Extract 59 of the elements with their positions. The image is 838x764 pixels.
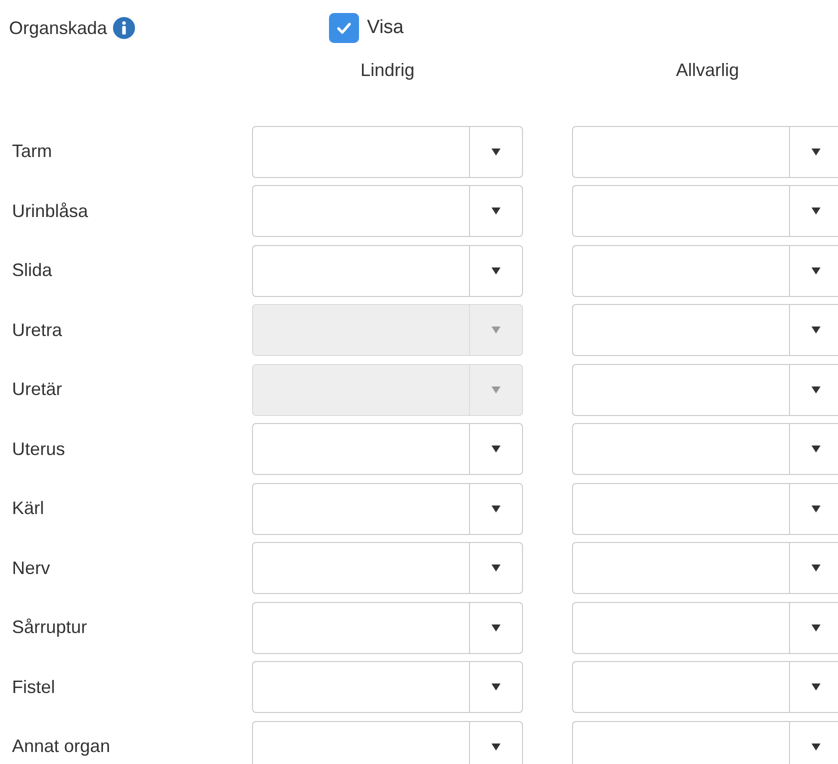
caret-icon <box>811 742 821 750</box>
caret-icon <box>491 207 501 215</box>
dropdown[interactable] <box>572 364 838 416</box>
caret-icon <box>811 386 821 394</box>
dropdown[interactable] <box>252 482 523 534</box>
dropdown[interactable] <box>572 661 838 713</box>
caret-icon <box>491 564 501 572</box>
row-label: Uterus <box>11 438 66 460</box>
dropdown[interactable] <box>252 602 523 654</box>
caret-icon <box>491 386 501 394</box>
caret-icon <box>811 683 821 691</box>
dropdown[interactable] <box>572 602 838 654</box>
info-icon[interactable] <box>113 17 136 39</box>
dropdown[interactable] <box>572 304 838 356</box>
dropdown[interactable] <box>252 720 523 764</box>
row-label: Kärl <box>11 498 46 519</box>
caret-icon <box>811 504 821 512</box>
caret-icon <box>491 624 501 632</box>
caret-icon <box>811 445 821 453</box>
row-label: Uretär <box>11 379 64 400</box>
caret-icon <box>491 445 501 453</box>
caret-icon <box>491 148 501 156</box>
caret-icon <box>811 624 821 632</box>
caret-icon <box>811 207 821 215</box>
row-label: Urinblåsa <box>11 200 90 222</box>
dropdown[interactable] <box>252 661 523 713</box>
column-header: Allvarlig <box>674 59 740 82</box>
dropdown[interactable] <box>572 244 838 296</box>
caret-icon <box>491 504 501 512</box>
checkbox[interactable] <box>329 13 359 43</box>
dropdown[interactable] <box>572 720 838 764</box>
dropdown[interactable] <box>572 542 838 594</box>
caret-icon <box>811 326 821 334</box>
dropdown[interactable] <box>572 482 838 534</box>
row-label: Sårruptur <box>11 617 88 638</box>
caret-icon <box>491 683 501 691</box>
caret-icon <box>811 266 821 274</box>
row-label: Nerv <box>11 558 52 578</box>
row-label: Fistel <box>11 676 56 698</box>
row-label: Uretra <box>11 320 64 340</box>
section-title: Organskada <box>9 18 108 38</box>
caret-icon <box>811 564 821 572</box>
caret-icon <box>811 148 821 156</box>
checkbox-label[interactable]: Visa <box>367 17 404 39</box>
row-label: Tarm <box>11 141 53 162</box>
dropdown[interactable] <box>572 423 838 475</box>
dropdown[interactable] <box>252 185 523 237</box>
row-label: Annat organ <box>11 736 112 757</box>
dropdown[interactable] <box>572 185 838 237</box>
caret-icon <box>491 326 501 334</box>
caret-icon <box>491 266 501 274</box>
dropdown[interactable] <box>572 126 838 178</box>
column-header: Lindrig <box>359 59 416 82</box>
dropdown[interactable] <box>252 244 523 296</box>
caret-icon <box>491 742 501 750</box>
row-label: Slida <box>11 260 54 281</box>
dropdown[interactable] <box>252 542 523 594</box>
dropdown[interactable] <box>252 126 523 178</box>
dropdown[interactable] <box>252 423 523 475</box>
